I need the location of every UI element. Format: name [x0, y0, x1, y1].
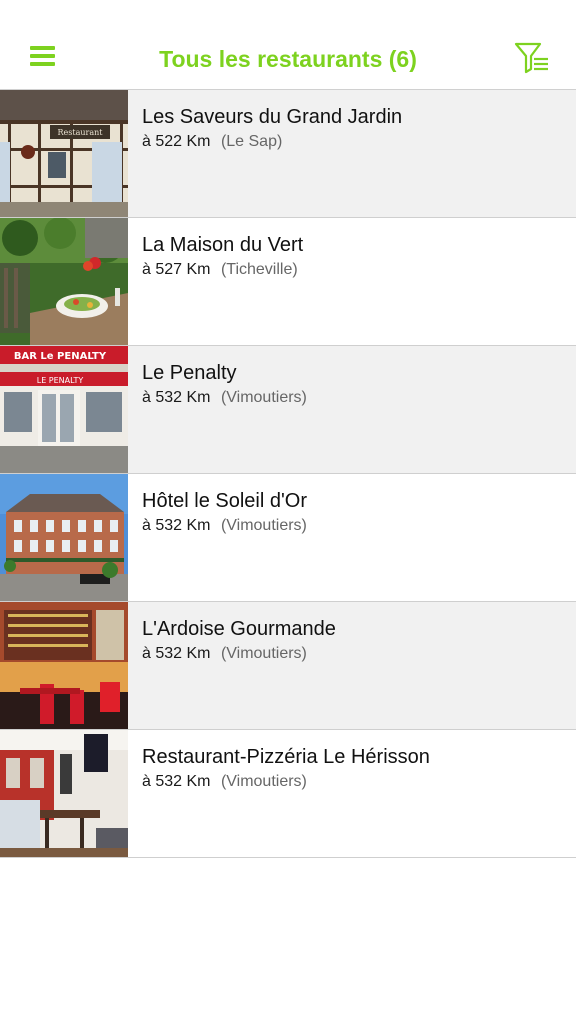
city-text: (Vimoutiers): [220, 773, 307, 790]
restaurant-name: La Maison du Vert: [142, 234, 304, 256]
list-item-restaurant[interactable]: Hôtel le Soleil d'Or à 532 Km (Vimoutier…: [0, 474, 576, 602]
top-bar: Tous les restaurants (6): [0, 0, 576, 89]
list-item-restaurant[interactable]: Restaurant Les Saveurs du Grand Jardin à…: [0, 90, 576, 218]
photo-sign-text: BAR Le PENALTY: [14, 351, 107, 362]
restaurant-location: à 522 Km (Le Sap): [142, 132, 282, 152]
restaurant-photo: [0, 602, 128, 729]
hamburger-menu-icon[interactable]: [30, 44, 56, 68]
restaurant-location: à 532 Km (Vimoutiers): [142, 388, 307, 408]
city-text: (Ticheville): [220, 261, 298, 278]
restaurant-location: à 532 Km (Vimoutiers): [142, 516, 307, 536]
restaurant-location: à 532 Km (Vimoutiers): [142, 772, 307, 792]
city-text: (Vimoutiers): [220, 517, 307, 534]
restaurant-name: Restaurant-Pizzéria Le Hérisson: [142, 746, 430, 768]
restaurant-location: à 532 Km (Vimoutiers): [142, 644, 307, 664]
restaurant-name: Les Saveurs du Grand Jardin: [142, 106, 403, 128]
restaurant-list: Restaurant Les Saveurs du Grand Jardin à…: [0, 89, 576, 858]
restaurant-name: Hôtel le Soleil d'Or: [142, 490, 307, 512]
distance-text: à 532 Km: [142, 389, 211, 406]
restaurant-photo: [0, 474, 128, 601]
app-screen: Tous les restaurants (6) Restaurant Les …: [0, 0, 576, 1024]
restaurant-name: Le Penalty: [142, 362, 237, 384]
restaurant-name: L'Ardoise Gourmande: [142, 618, 336, 640]
filter-list-icon[interactable]: [514, 42, 550, 74]
distance-text: à 527 Km: [142, 261, 211, 278]
list-item-restaurant[interactable]: BAR Le PENALTY LE PENALTY Le Penalty à 5…: [0, 346, 576, 474]
restaurant-photo: [0, 218, 128, 345]
restaurant-photo: BAR Le PENALTY LE PENALTY: [0, 346, 128, 473]
restaurant-photo: [0, 730, 128, 857]
photo-sign-text: Restaurant: [58, 128, 104, 137]
list-item-restaurant[interactable]: La Maison du Vert à 527 Km (Ticheville): [0, 218, 576, 346]
distance-text: à 532 Km: [142, 773, 211, 790]
distance-text: à 522 Km: [142, 133, 211, 150]
photo-sign-text-2: LE PENALTY: [37, 376, 84, 385]
city-text: (Le Sap): [220, 133, 283, 150]
list-item-restaurant[interactable]: L'Ardoise Gourmande à 532 Km (Vimoutiers…: [0, 602, 576, 730]
distance-text: à 532 Km: [142, 645, 211, 662]
list-item-restaurant[interactable]: Restaurant-Pizzéria Le Hérisson à 532 Km…: [0, 730, 576, 858]
city-text: (Vimoutiers): [220, 389, 307, 406]
restaurant-photo: Restaurant: [0, 90, 128, 217]
distance-text: à 532 Km: [142, 517, 211, 534]
city-text: (Vimoutiers): [220, 645, 307, 662]
page-title: Tous les restaurants (6): [159, 46, 417, 72]
restaurant-location: à 527 Km (Ticheville): [142, 260, 298, 280]
